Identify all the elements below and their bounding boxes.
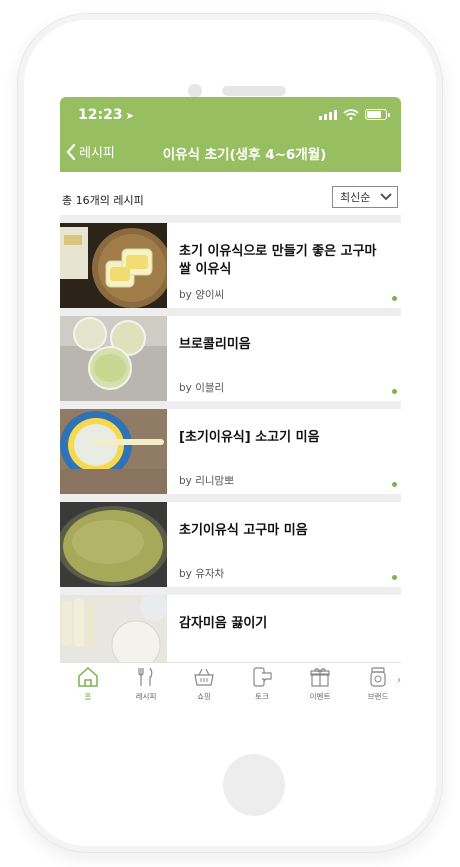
tab-talk[interactable]: 토크	[242, 665, 282, 702]
status-time: 12:23 ➤	[78, 107, 134, 123]
header-bar: 12:23 ➤ 레시피 이유식 초기(생후 4~6개월)	[60, 97, 401, 172]
sort-label: 최신순	[340, 191, 371, 204]
basket-icon	[194, 668, 214, 686]
new-indicator-dot	[392, 575, 397, 580]
recipe-title: 초기이유식 고구마 미음	[179, 523, 308, 538]
recipe-item[interactable]: 초기 이유식으로 만들기 좋은 고구마 쌀 이유식 by 양이씨	[60, 215, 401, 308]
home-button[interactable]	[223, 754, 285, 816]
tab-label: 토크	[255, 692, 269, 701]
fork-knife-icon	[138, 667, 153, 686]
recipe-title: 초기 이유식으로 만들기 좋은 고구마 쌀 이유식	[179, 244, 377, 277]
recipe-thumbnail	[60, 223, 167, 308]
recipe-author: by 유자차	[179, 568, 225, 580]
sort-dropdown[interactable]: 최신순	[332, 186, 398, 208]
tab-label: 쇼핑	[197, 692, 211, 701]
recipe-count: 총 16개의 레시피	[62, 194, 144, 207]
battery-icon	[365, 109, 390, 120]
tab-brand[interactable]: 브랜드	[358, 665, 398, 702]
status-icons	[319, 109, 390, 120]
recipe-item[interactable]: [초기이유식] 소고기 미음 by 리니맘뽀	[60, 401, 401, 494]
tab-label: 이벤트	[309, 692, 331, 701]
recipe-author: by 이블리	[179, 382, 225, 394]
tab-event[interactable]: 이벤트	[300, 665, 340, 702]
bottom-tab-bar: 홈 레시피 쇼핑 토크 이벤트 브랜드 ›	[60, 662, 401, 707]
wifi-icon	[343, 109, 359, 120]
page-title: 이유식 초기(생후 4~6개월)	[162, 147, 327, 163]
app-screen: 12:23 ➤ 레시피 이유식 초기(생후 4~6개월) 총 16개의 레시피 최…	[60, 97, 401, 707]
recipe-author: by 양이씨	[179, 289, 225, 301]
front-camera	[188, 84, 202, 98]
chevron-down-icon	[380, 193, 392, 201]
tab-home[interactable]: 홈	[68, 665, 108, 702]
earpiece-speaker	[222, 86, 286, 96]
jar-icon	[370, 667, 386, 687]
recipe-title: [초기이유식] 소고기 미음	[179, 430, 320, 445]
scroll-right-icon[interactable]: ›	[397, 675, 401, 686]
recipe-title: 감자미음 끓이기	[179, 616, 268, 631]
new-indicator-dot	[392, 482, 397, 487]
tab-label: 레시피	[135, 692, 157, 701]
gift-icon	[310, 668, 330, 687]
recipe-thumbnail	[60, 502, 167, 587]
tab-label: 홈	[84, 692, 92, 701]
recipe-author: by 리니맘뽀	[179, 475, 234, 487]
new-indicator-dot	[392, 389, 397, 394]
location-arrow-icon: ➤	[125, 111, 134, 122]
home-icon	[78, 666, 98, 687]
recipe-item[interactable]: 브로콜리미음 by 이블리	[60, 308, 401, 401]
recipe-item[interactable]: 초기이유식 고구마 미음 by 유자차	[60, 494, 401, 587]
tab-label: 브랜드	[367, 692, 389, 701]
signal-icon	[319, 109, 337, 120]
list-summary: 총 16개의 레시피 최신순	[60, 182, 401, 212]
recipe-list: 초기 이유식으로 만들기 좋은 고구마 쌀 이유식 by 양이씨 브로콜리미음 …	[60, 215, 401, 680]
recipe-title: 브로콜리미음	[179, 337, 251, 352]
phone-chat-icon	[253, 667, 272, 687]
new-indicator-dot	[392, 296, 397, 301]
recipe-thumbnail	[60, 316, 167, 401]
tab-recipe[interactable]: 레시피	[126, 665, 166, 702]
recipe-thumbnail	[60, 409, 167, 494]
tab-shopping[interactable]: 쇼핑	[184, 665, 224, 702]
